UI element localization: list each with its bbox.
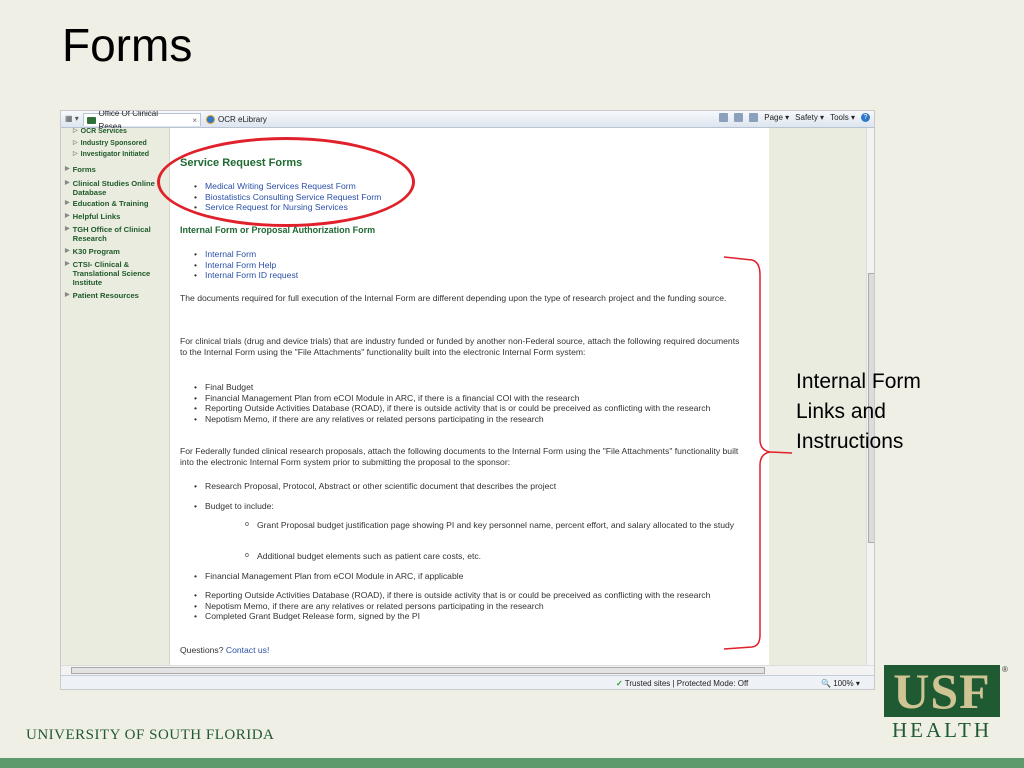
safety-menu[interactable]: Safety ▾ (795, 113, 824, 122)
horizontal-scroll-thumb[interactable] (71, 667, 765, 674)
list-item: Completed Grant Budget Release form, sig… (180, 611, 740, 622)
security-zone[interactable]: ✓ Trusted sites | Protected Mode: Off (616, 679, 748, 688)
zoom-icon: 🔍 (821, 679, 831, 688)
biostatistics-link[interactable]: Biostatistics Consulting Service Request… (180, 192, 740, 203)
sidebar-item-helpful-links[interactable]: ▶ Helpful Links (65, 212, 120, 221)
list-item: Financial Management Plan from eCOI Modu… (180, 571, 740, 582)
expand-icon: ▷ (73, 151, 78, 157)
site-sidebar: ▷ OCR Services ▷ Industry Sponsored ▷ Inves… (61, 128, 170, 665)
command-bar: Page ▾ Safety ▾ Tools ▾ ? (719, 113, 870, 122)
sidebar-item-patient-resources[interactable]: ▶ Patient Resources (65, 291, 139, 300)
internal-form-list: Internal Form Internal Form Help Interna… (180, 249, 740, 281)
footer-bar (0, 758, 1024, 768)
help-icon[interactable]: ? (861, 113, 870, 122)
expand-icon: ▶ (65, 180, 70, 186)
list-item: Budget to include: (180, 501, 740, 512)
service-request-list: Medical Writing Services Request Form Bi… (180, 181, 740, 213)
paragraph-federal: For Federally funded clinical research p… (180, 446, 739, 467)
sidebar-item-education-training[interactable]: ▶ Education & Training (65, 199, 149, 208)
tab-ocr-elibrary[interactable]: OCR eLibrary (206, 113, 267, 126)
logo-health: HEALTH (891, 718, 993, 742)
browser-tabbar: ▦ ▾ Office Of Clinical Resea... × OCR eL… (61, 111, 874, 131)
budget-sublist-2: Additional budget elements such as patie… (180, 551, 740, 562)
sidebar-item-industry-sponsored[interactable]: ▷ Industry Sponsored (73, 139, 147, 148)
list-item: Reporting Outside Activities Database (R… (180, 403, 740, 414)
list-item: Financial Management Plan from eCOI Modu… (180, 393, 740, 404)
list-item: Reporting Outside Activities Database (R… (180, 590, 740, 601)
university-name: UNIVERSITY OF SOUTH FLORIDA (26, 727, 275, 743)
paragraph-requirements: The documents required for full executio… (180, 293, 727, 303)
annotation-text: Internal Form Links and Instructions (796, 370, 921, 453)
page-menu[interactable]: Page ▾ (764, 113, 789, 122)
logo-usf: USF (884, 665, 1000, 717)
status-bar: ✓ Trusted sites | Protected Mode: Off 🔍 … (61, 675, 874, 689)
list-item: Nepotism Memo, if there are any relative… (180, 414, 740, 425)
expand-icon: ▷ (73, 128, 78, 134)
feeds-icon[interactable] (734, 113, 744, 122)
nursing-services-link[interactable]: Service Request for Nursing Services (180, 202, 740, 213)
expand-icon: ▶ (65, 226, 70, 232)
expand-icon: ▶ (65, 292, 70, 298)
internal-form-link[interactable]: Internal Form (180, 249, 740, 260)
sidebar-item-clinical-studies[interactable]: ▶ Clinical Studies Online Database (65, 179, 165, 197)
federal-list-b: Budget to include: (180, 501, 740, 512)
internal-form-heading: Internal Form or Proposal Authorization … (180, 225, 376, 235)
sidebar-item-ocr-services[interactable]: ▷ OCR Services (73, 127, 127, 136)
home-icon[interactable] (719, 113, 729, 122)
expand-icon: ▶ (65, 213, 70, 219)
slide-title: Forms (62, 19, 193, 71)
tools-menu[interactable]: Tools ▾ (830, 113, 855, 122)
close-tab-icon[interactable]: × (192, 114, 197, 127)
usf-health-logo: USF ® HEALTH (884, 665, 1008, 743)
list-item: Final Budget (180, 382, 740, 393)
sidebar-item-ctsi[interactable]: ▶ CTSI- Clinical & Translational Science … (65, 260, 165, 287)
medical-writing-link[interactable]: Medical Writing Services Request Form (180, 181, 740, 192)
budget-sublist: Grant Proposal budget justification page… (180, 520, 740, 531)
sidebar-item-investigator-initiated[interactable]: ▷ Investigator Initiated (73, 150, 149, 159)
sidebar-item-tgh-ocr[interactable]: ▶ TGH Office of Clinical Research (65, 225, 165, 243)
page-content: Service Request Forms Medical Writing Se… (180, 128, 770, 665)
expand-icon: ▶ (65, 200, 70, 206)
expand-icon: ▶ (65, 261, 70, 267)
list-item: Research Proposal, Protocol, Abstract or… (180, 481, 740, 492)
expand-icon: ▶ (65, 248, 70, 254)
paragraph-clinical-trials: For clinical trials (drug and device tri… (180, 336, 740, 357)
list-item: Nepotism Memo, if there are any relative… (180, 601, 740, 612)
quick-tabs-icon[interactable]: ▦ ▾ (65, 114, 79, 123)
clinical-trials-list: Final Budget Financial Management Plan f… (180, 382, 740, 424)
federal-list-c: Financial Management Plan from eCOI Modu… (180, 571, 740, 582)
internal-form-id-link[interactable]: Internal Form ID request (180, 270, 740, 281)
federal-list-a: Research Proposal, Protocol, Abstract or… (180, 481, 740, 492)
list-item: Grant Proposal budget justification page… (180, 520, 740, 531)
ie-favicon-icon (206, 115, 215, 124)
expand-icon: ▷ (73, 140, 78, 146)
questions-label: Questions? (180, 645, 224, 655)
federal-list-d: Reporting Outside Activities Database (R… (180, 590, 740, 622)
expand-icon: ▶ (65, 166, 70, 172)
logo-registered: ® (1002, 665, 1008, 674)
sidebar-item-k30-program[interactable]: ▶ K30 Program (65, 247, 120, 256)
questions-line: Questions? Contact us! (180, 645, 740, 656)
sidebar-item-forms[interactable]: ▶ Forms (65, 165, 96, 174)
list-item: Additional budget elements such as patie… (180, 551, 740, 562)
browser-screenshot: ▦ ▾ Office Of Clinical Resea... × OCR eL… (60, 110, 875, 690)
tab-label: OCR eLibrary (218, 115, 267, 124)
site-favicon-icon (87, 116, 96, 124)
tab-office-clinical-research[interactable]: Office Of Clinical Resea... × (83, 111, 201, 131)
print-icon[interactable] (749, 113, 759, 122)
checkmark-icon: ✓ (616, 679, 623, 688)
contact-us-link[interactable]: Contact us! (226, 645, 269, 655)
internal-form-help-link[interactable]: Internal Form Help (180, 260, 740, 271)
service-request-heading: Service Request Forms (180, 157, 303, 169)
zoom-level[interactable]: 🔍 100% ▾ (821, 679, 860, 688)
